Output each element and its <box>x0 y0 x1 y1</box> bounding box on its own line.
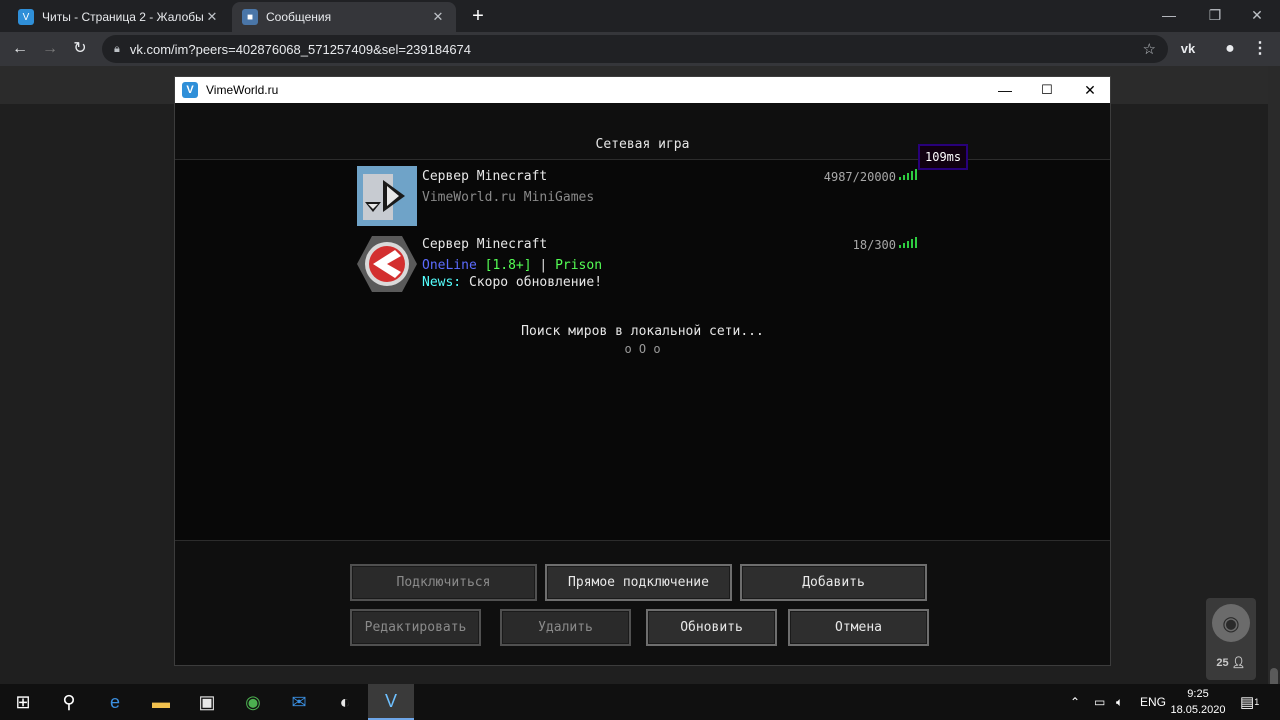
motd-mode: Prison <box>555 258 603 273</box>
mail-icon[interactable]: ✉ <box>276 684 322 720</box>
player-count: 4987/20000 <box>823 170 896 184</box>
tab-title: Читы - Страница 2 - Жалобы на <box>42 10 204 24</box>
vk-messages-favicon-icon: ■ <box>242 9 258 25</box>
minimize-icon[interactable]: — <box>1146 0 1192 30</box>
language-indicator[interactable]: ENG <box>1140 684 1166 720</box>
game-window-title: VimeWorld.ru <box>206 83 279 97</box>
store-icon[interactable]: ▣ <box>184 684 230 720</box>
online-count: 25 👤︎ <box>1216 657 1246 669</box>
vimeworld-taskbar-icon[interactable]: V <box>368 684 414 720</box>
close-window-icon[interactable]: ✕ <box>1234 0 1280 30</box>
vimeworld-window: V VimeWorld.ru — ☐ ✕ Сетевая игра Сервер… <box>174 76 1111 666</box>
server-entry[interactable]: Сервер Minecraft 4987/20000 VimeWorld.ru… <box>357 166 922 228</box>
profile-avatar-icon[interactable]: ● <box>1218 37 1242 61</box>
notification-count: 1 <box>1254 697 1260 707</box>
bookmark-star-icon[interactable]: ☆ <box>1143 40 1156 58</box>
delete-button[interactable]: Удалить <box>500 609 631 646</box>
game-window-titlebar: V VimeWorld.ru — ☐ ✕ <box>175 77 1110 103</box>
vimeworld-app-icon: V <box>182 82 198 98</box>
cancel-button[interactable]: Отмена <box>788 609 929 646</box>
reload-icon[interactable]: ↻ <box>68 37 92 61</box>
lock-icon: 🔒︎ <box>114 42 120 55</box>
file-explorer-icon[interactable]: ▬ <box>138 684 184 720</box>
player-count: 18/300 <box>852 238 896 252</box>
server-list[interactable]: Сервер Minecraft 4987/20000 VimeWorld.ru… <box>175 159 1110 541</box>
motd-separator: | <box>539 258 548 273</box>
notifications-icon[interactable]: ▤ 1 <box>1240 684 1259 720</box>
signal-strength-icon <box>899 237 917 248</box>
refresh-button[interactable]: Обновить <box>646 609 777 646</box>
network-icon[interactable]: ▭ <box>1094 684 1105 720</box>
motd-server-brand: OneLine <box>422 258 477 273</box>
edit-button[interactable]: Редактировать <box>350 609 481 646</box>
close-tab-icon[interactable]: ✕ <box>204 9 220 25</box>
lan-scanning-text: Поиск миров в локальной сети... <box>521 324 764 339</box>
game-maximize-icon[interactable]: ☐ <box>1025 77 1069 103</box>
server-thumbnail-oneline-icon <box>357 236 417 292</box>
game-close-icon[interactable]: ✕ <box>1068 77 1112 103</box>
menu-kebab-icon[interactable]: ⋮ <box>1248 37 1272 61</box>
forward-arrow-icon[interactable]: → <box>38 37 62 61</box>
server-motd: VimeWorld.ru MiniGames <box>422 190 595 205</box>
clock-date: 18.05.2020 <box>1170 704 1226 716</box>
search-icon[interactable]: ⚲ <box>46 684 92 720</box>
system-clock[interactable]: 9:25 18.05.2020 <box>1170 686 1226 718</box>
windows-start-icon[interactable]: ⊞ <box>0 684 46 720</box>
mouse-app-icon[interactable]: ◐ <box>322 684 368 720</box>
server-name: Сервер Minecraft <box>422 169 548 184</box>
tab-messages[interactable]: ■ Сообщения ✕ <box>232 2 456 32</box>
user-avatar-icon: ◉ <box>1212 604 1250 642</box>
close-tab-icon[interactable]: ✕ <box>430 9 446 25</box>
news-label: News: <box>422 275 462 290</box>
server-name: Сервер Minecraft <box>422 237 548 252</box>
game-minimize-icon[interactable]: — <box>983 77 1027 103</box>
page-scrollbar[interactable] <box>1268 66 1280 714</box>
signal-strength-icon <box>899 169 917 180</box>
vk-chat-widget[interactable]: ◉ 25 👤︎ <box>1206 598 1256 680</box>
vk-extension-icon[interactable]: vk <box>1176 37 1200 61</box>
news-text: Скоро обновление! <box>468 275 603 290</box>
server-news: News: Скоро обновление! <box>422 275 602 290</box>
server-thumbnail-minigames-icon <box>357 166 417 226</box>
edge-browser-icon[interactable]: e <box>92 684 138 720</box>
clock-time: 9:25 <box>1187 688 1209 700</box>
browser-tab-strip: V Читы - Страница 2 - Жалобы на ✕ ■ Сооб… <box>0 0 1280 32</box>
connect-button[interactable]: Подключиться <box>350 564 537 601</box>
server-motd: OneLine [1.8+] | Prison <box>422 258 602 273</box>
windows-taskbar: ⊞ ⚲ e ▬ ▣ ◉ ✉ ◐ V ⌃ ▭ 🔈︎ ENG 9:25 18.05.… <box>0 684 1280 720</box>
ping-tooltip: 109ms <box>918 144 969 170</box>
tab-cheats[interactable]: V Читы - Страница 2 - Жалобы на ✕ <box>8 2 230 32</box>
chrome-icon[interactable]: ◉ <box>230 684 276 720</box>
multiplayer-screen-title: Сетевая игра <box>595 137 690 152</box>
url-text: vk.com/im?peers=402876068_571257409&sel=… <box>129 41 472 57</box>
new-tab-button[interactable]: + <box>466 4 490 28</box>
direct-connect-button[interactable]: Прямое подключение <box>545 564 732 601</box>
server-entry[interactable]: Сервер Minecraft 18/300 OneLine [1.8+] |… <box>357 234 922 296</box>
browser-toolbar: ← → ↻ 🔒︎ vk.com/im?peers=402876068_57125… <box>0 32 1280 66</box>
vimeworld-favicon-icon: V <box>18 9 34 25</box>
lan-scanning-dots: o O o <box>624 342 661 356</box>
show-hidden-icons-icon[interactable]: ⌃ <box>1070 684 1080 720</box>
tab-title: Сообщения <box>266 10 332 24</box>
motd-version: [1.8+] <box>484 258 532 273</box>
restore-icon[interactable]: ❐ <box>1192 0 1238 30</box>
add-server-button[interactable]: Добавить <box>740 564 927 601</box>
back-arrow-icon[interactable]: ← <box>8 37 32 61</box>
volume-icon[interactable]: 🔈︎ <box>1116 684 1123 720</box>
address-bar[interactable]: 🔒︎ vk.com/im?peers=402876068_571257409&s… <box>102 35 1168 63</box>
